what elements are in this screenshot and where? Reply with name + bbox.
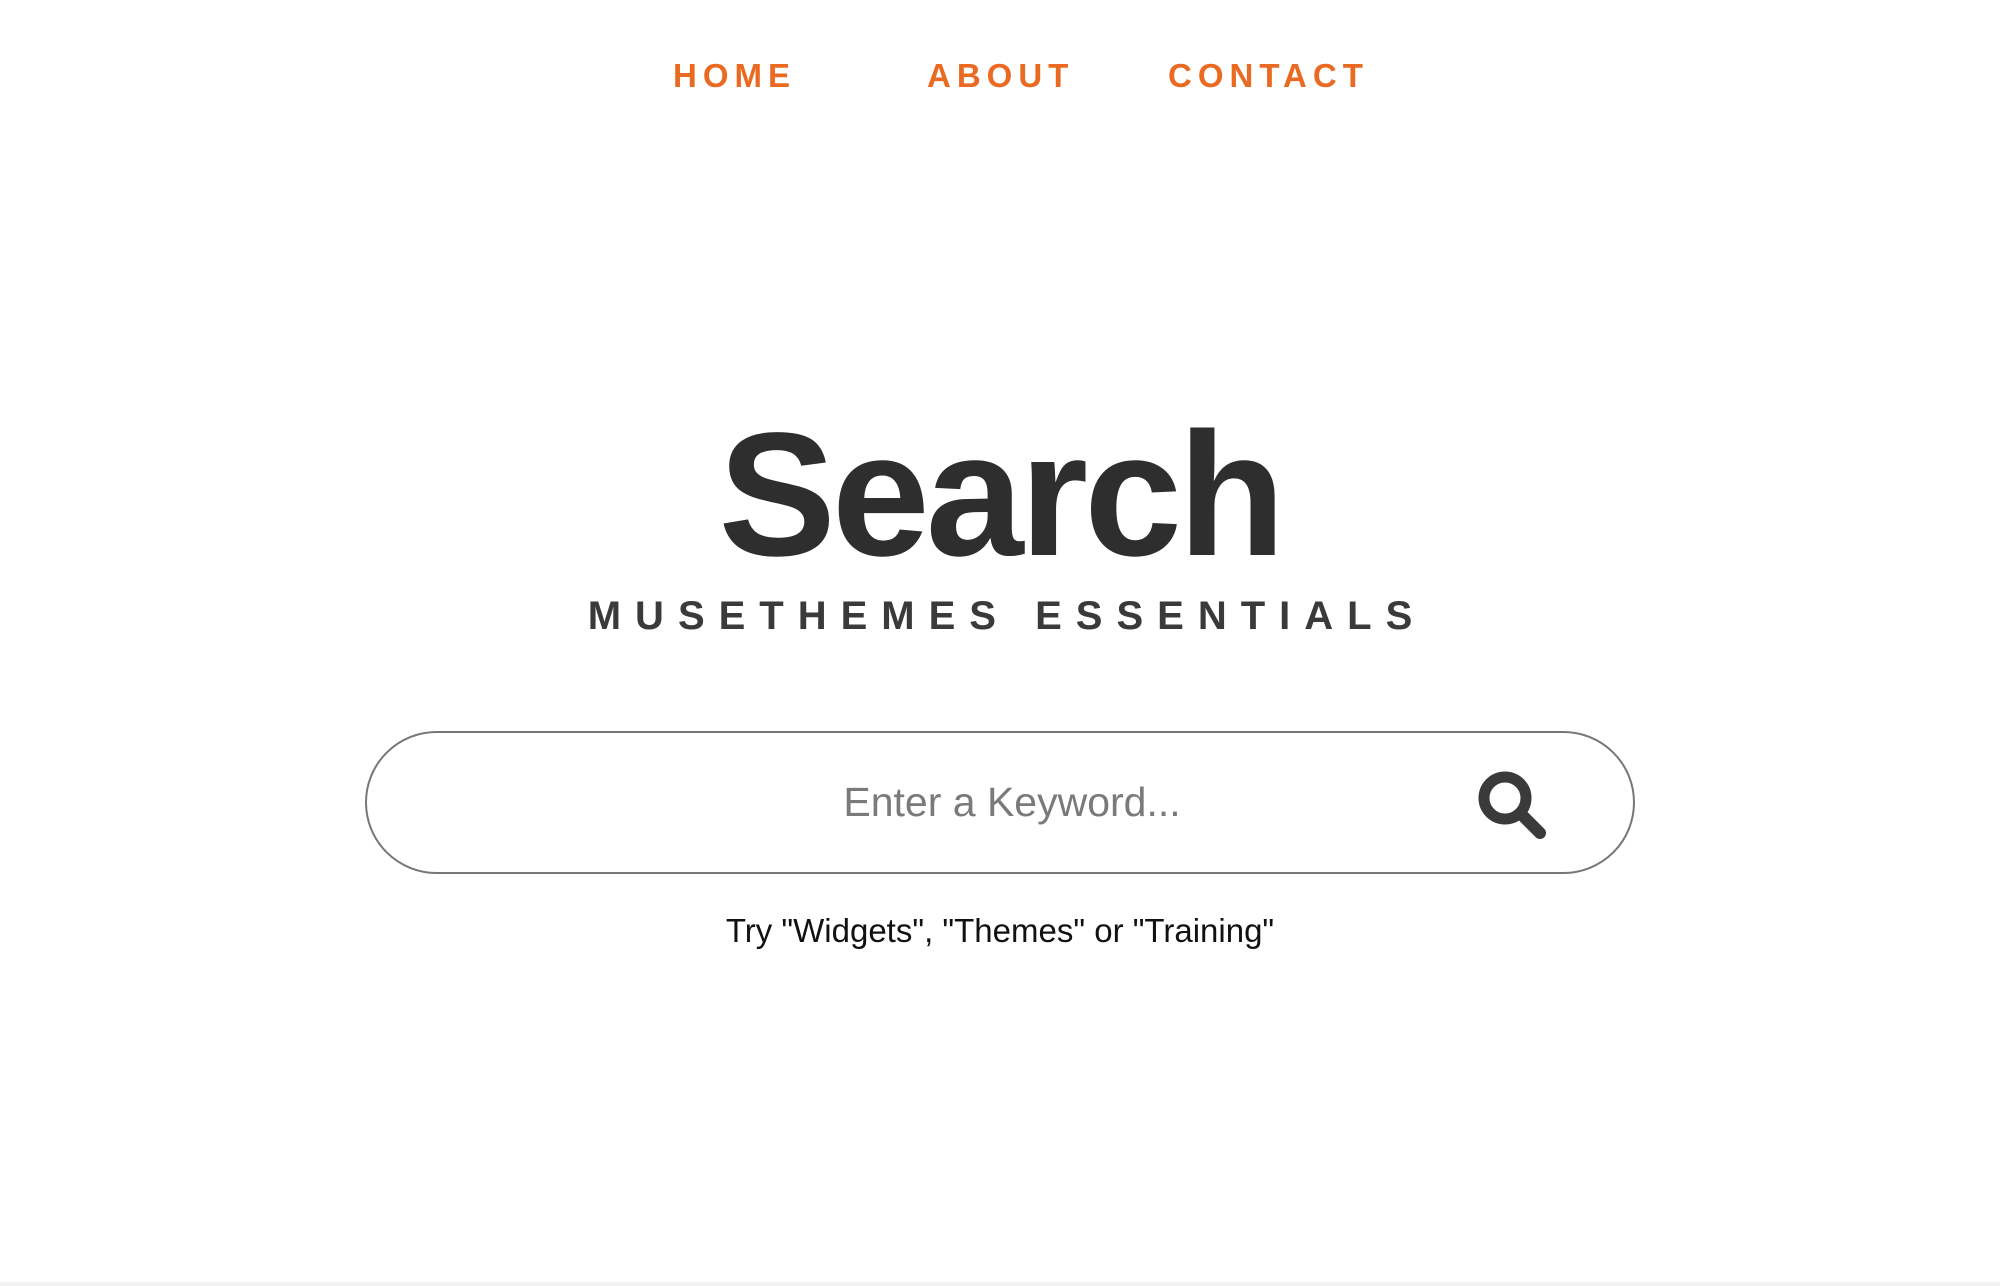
page: HOME ABOUT CONTACT Search MUSETHEMES ESS… [0, 0, 2000, 1286]
search-bar [365, 731, 1635, 874]
page-title: Search [718, 397, 1285, 593]
nav-about-link[interactable]: ABOUT [927, 52, 1074, 100]
nav-home-link[interactable]: HOME [673, 52, 796, 100]
search-button[interactable] [1472, 765, 1552, 845]
nav-contact-link[interactable]: CONTACT [1168, 52, 1369, 100]
top-nav: HOME ABOUT CONTACT [0, 52, 2000, 100]
page-subtitle: MUSETHEMES ESSENTIALS [587, 594, 1427, 638]
search-icon [1478, 771, 1546, 839]
page-bottom-divider [0, 1282, 2000, 1286]
search-hint: Try "Widgets", "Themes" or "Training" [725, 912, 1275, 949]
search-input[interactable] [587, 733, 1437, 872]
